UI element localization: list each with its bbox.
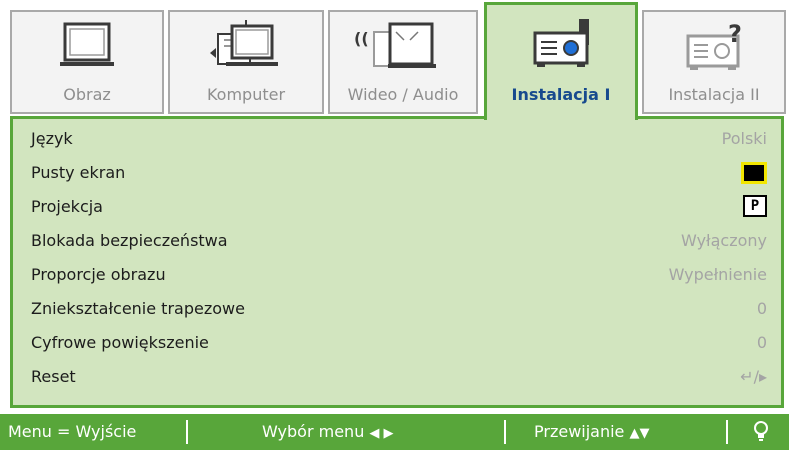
footer-exit-hint: Menu = Wyjście xyxy=(8,422,137,441)
up-down-arrows-icon: ▲▼ xyxy=(629,426,650,441)
tab-wideo-audio[interactable]: (( Wideo / Audio xyxy=(328,10,478,114)
enter-right-icon: ↵/▸ xyxy=(740,367,767,386)
menu-item-label: Proporcje obrazu xyxy=(31,265,166,284)
menu-item-proporcje[interactable]: Proporcje obrazu Wypełnienie xyxy=(31,259,767,293)
menu-item-value: Wypełnienie xyxy=(668,265,767,284)
footer-divider xyxy=(726,420,728,444)
projector-osd-menu: Obraz Komputer ((Wideo / Audio Instalac… xyxy=(0,0,789,450)
menu-item-value: 0 xyxy=(756,333,767,352)
tab-label: Wideo / Audio xyxy=(347,85,459,104)
menu-item-label: Projekcja xyxy=(31,197,103,216)
left-right-arrows-icon: ◀ ▶ xyxy=(369,426,394,441)
menu-item-value: Polski xyxy=(721,129,767,148)
footer-scroll-hint: Przewijanie ▲▼ xyxy=(534,422,650,441)
menu-item-value: 0 xyxy=(756,299,767,318)
computer-icon xyxy=(170,20,322,80)
tab-label: Instalacja I xyxy=(511,85,611,104)
menu-item-jezyk[interactable]: Język Polski xyxy=(31,123,767,157)
menu-item-label: Pusty ekran xyxy=(31,163,126,182)
menu-item-pusty-ekran[interactable]: Pusty ekran xyxy=(31,157,767,191)
monitor-icon xyxy=(12,20,162,80)
menu-item-zoom[interactable]: Cyfrowe powiększenie 0 xyxy=(31,327,767,361)
footer-hint-bar: Menu = Wyjście Wybór menu ◀ ▶ Przewijani… xyxy=(0,414,789,450)
menu-item-label: Język xyxy=(31,129,73,148)
footer-select-hint: Wybór menu ◀ ▶ xyxy=(262,422,394,441)
tab-label: Instalacja II xyxy=(668,85,760,104)
projector-icon xyxy=(487,17,635,77)
svg-text:((: (( xyxy=(354,29,369,48)
tab-label: Komputer xyxy=(206,85,286,104)
settings-panel: Język Polski Pusty ekran Projekcja P Blo… xyxy=(10,116,784,408)
black-screen-swatch-icon xyxy=(741,162,767,184)
menu-item-label: Reset xyxy=(31,367,76,386)
menu-item-label: Cyfrowe powiększenie xyxy=(31,333,209,352)
footer-select-label: Wybór menu xyxy=(262,422,365,441)
bulb-icon xyxy=(752,420,770,446)
menu-item-value: Wyłączony xyxy=(681,231,767,250)
footer-divider xyxy=(504,420,506,444)
video-audio-icon: (( xyxy=(330,20,476,80)
tab-label: Obraz xyxy=(63,85,111,104)
tab-instalacja-i[interactable]: Instalacja I xyxy=(484,2,638,120)
menu-item-reset[interactable]: Reset ↵/▸ xyxy=(31,361,767,395)
tab-komputer[interactable]: Komputer xyxy=(168,10,324,114)
menu-item-blokada[interactable]: Blokada bezpieczeństwa Wyłączony xyxy=(31,225,767,259)
menu-item-label: Zniekształcenie trapezowe xyxy=(31,299,245,318)
menu-item-projekcja[interactable]: Projekcja P xyxy=(31,191,767,225)
projector-question-icon: ? xyxy=(644,20,784,80)
tab-instalacja-ii[interactable]: ? Instalacja II xyxy=(642,10,786,114)
tab-obraz[interactable]: Obraz xyxy=(10,10,164,114)
menu-item-label: Blokada bezpieczeństwa xyxy=(31,231,228,250)
footer-divider xyxy=(186,420,188,444)
footer-scroll-label: Przewijanie xyxy=(534,422,625,441)
svg-text:?: ? xyxy=(728,20,742,48)
menu-item-keystone[interactable]: Zniekształcenie trapezowe 0 xyxy=(31,293,767,327)
projection-mode-icon: P xyxy=(743,195,767,217)
